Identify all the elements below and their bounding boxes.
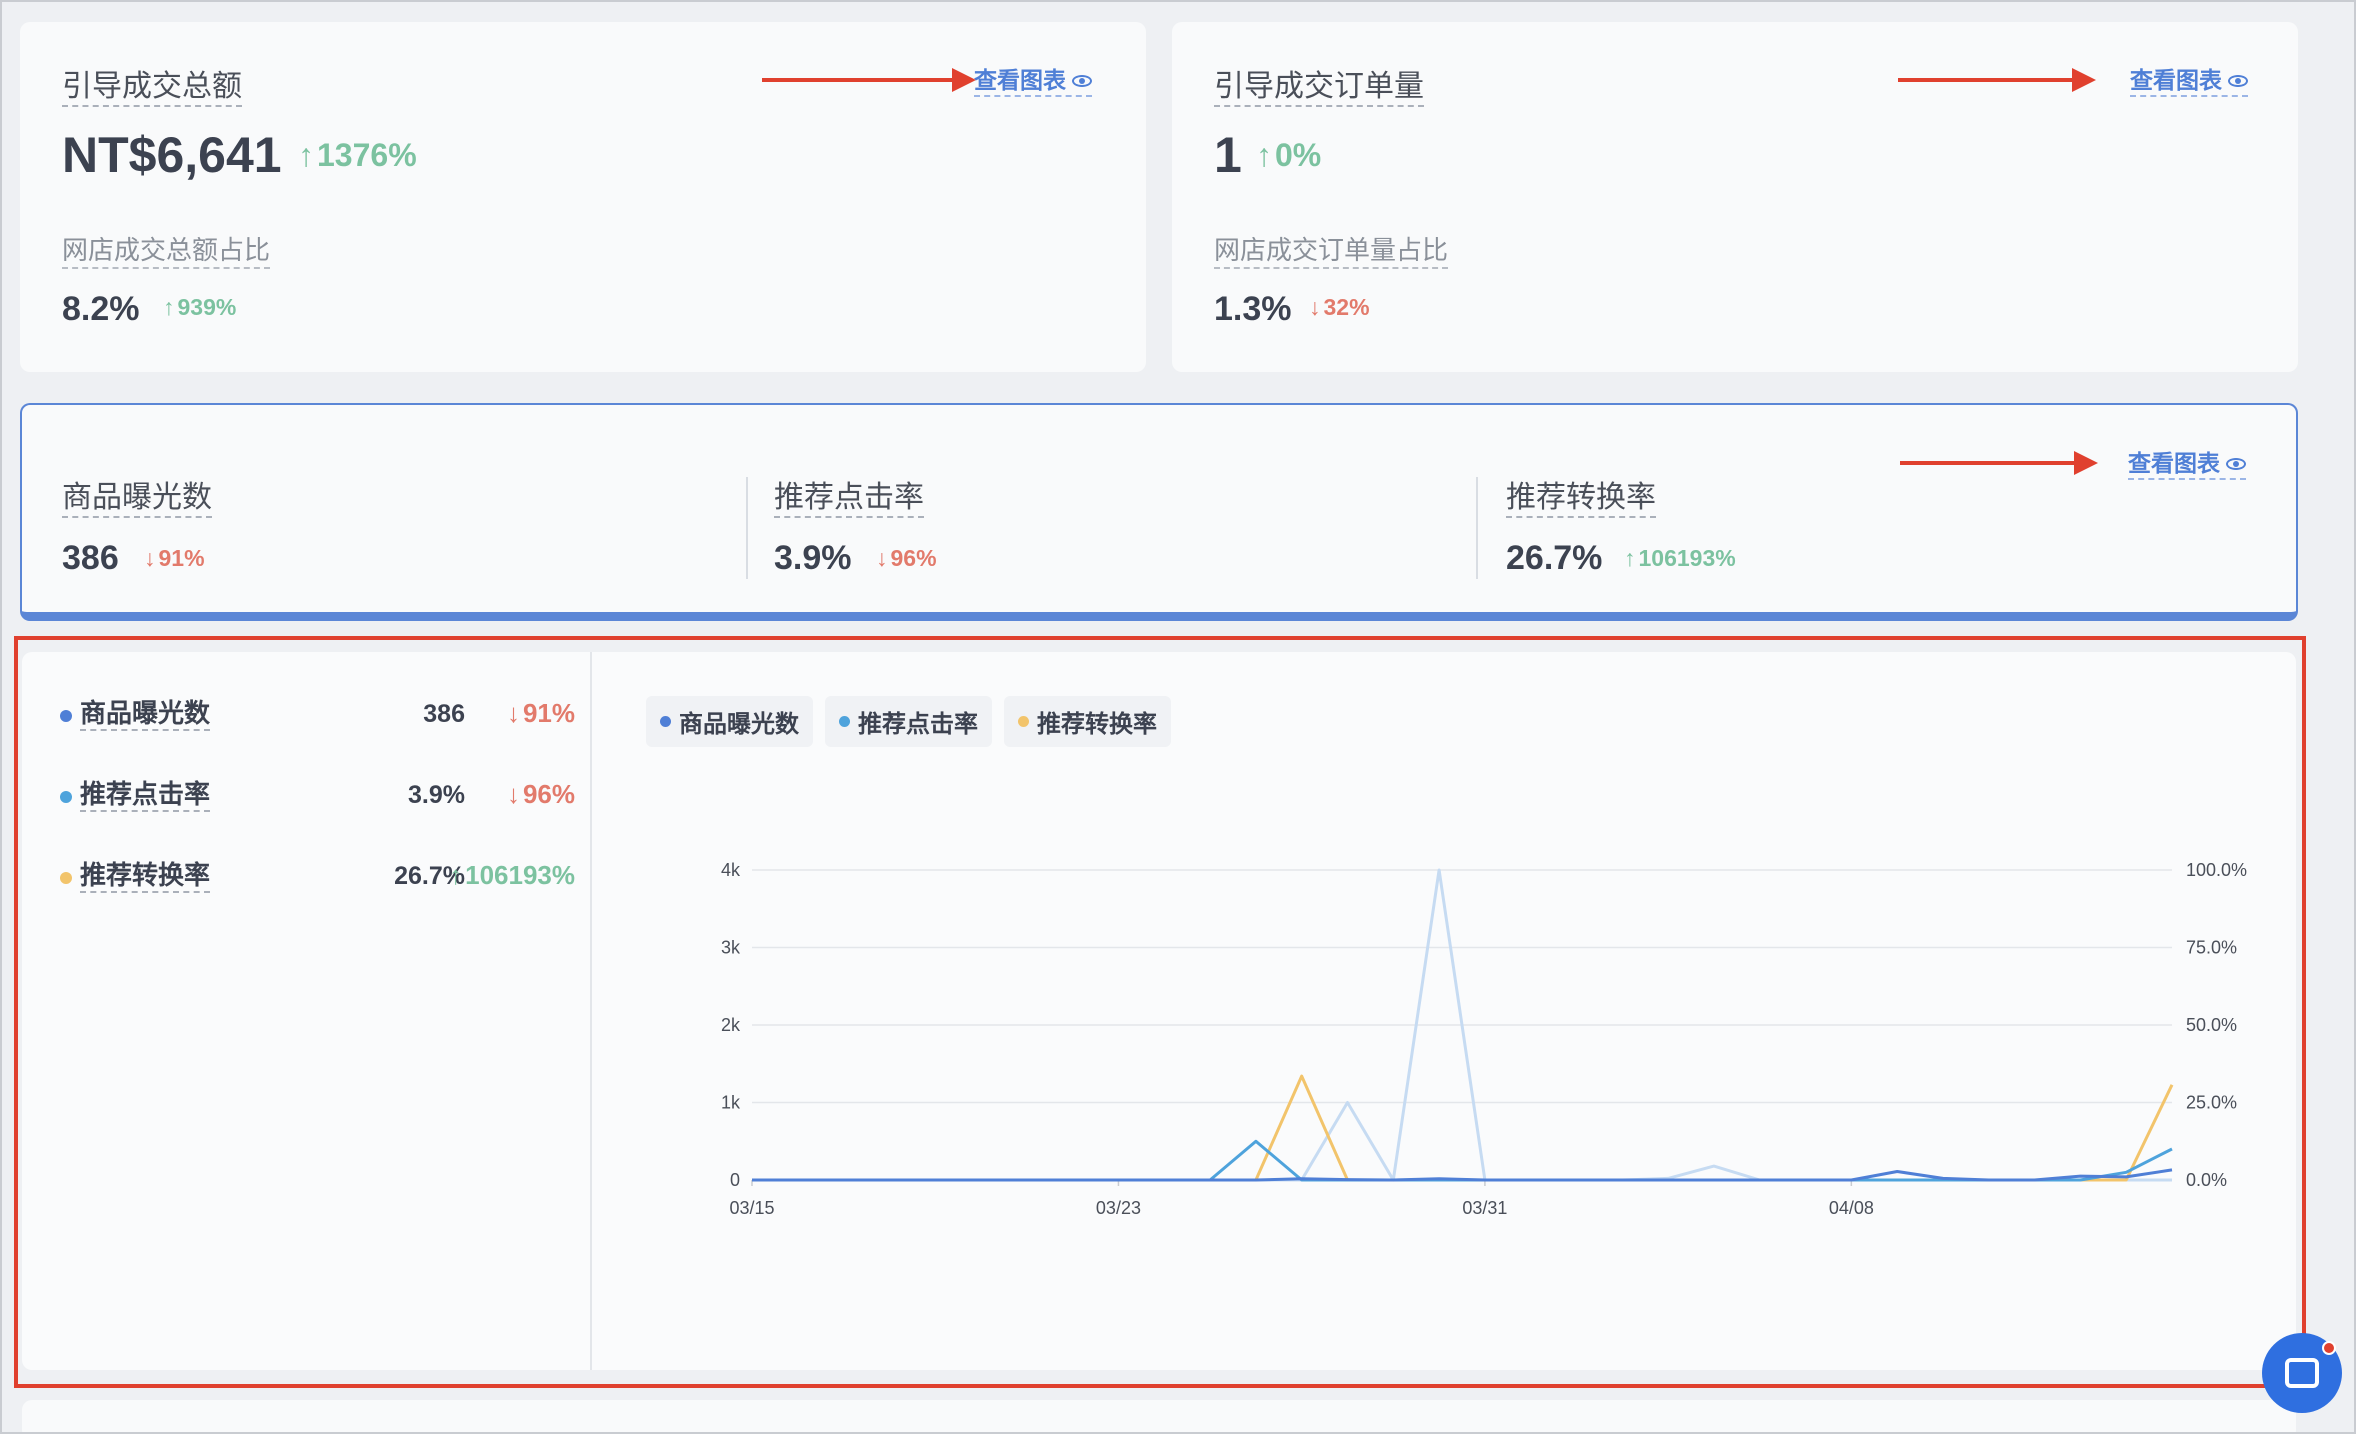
- y-right-tick-label: 100.0%: [2186, 860, 2247, 880]
- gmv-change: ↑1376%: [298, 137, 417, 173]
- y-right-tick-label: 25.0%: [2186, 1093, 2237, 1113]
- series-dot: [60, 710, 72, 722]
- metric-row-ctr[interactable]: 推荐点击率 3.9% ↓ 96%: [60, 777, 575, 817]
- legend-item-ctr[interactable]: 推荐点击率: [825, 696, 992, 747]
- up-arrow-icon: ↑: [449, 860, 463, 890]
- orders-change: ↑0%: [1256, 137, 1322, 173]
- y-left-tick-label: 0: [730, 1170, 740, 1190]
- orders-card: 引导成交订单量 1 ↑0% 网店成交订单量占比 1.3% ↓ 32% 查看图表: [1172, 22, 2298, 372]
- orders-share-value: 1.3%: [1214, 290, 1292, 328]
- view-chart-link-traffic[interactable]: 查看图表: [2128, 450, 2246, 481]
- down-arrow-icon: ↓: [506, 779, 520, 809]
- gmv-share-label: 网店成交总额占比: [62, 236, 271, 269]
- metric-row-change: ↓ 91%: [506, 698, 575, 728]
- y-right-tick-label: 75.0%: [2186, 938, 2237, 958]
- metric-row-cvr[interactable]: 推荐转换率 26.7% ↑ 106193%: [60, 858, 575, 898]
- y-left-tick-label: 2k: [721, 1015, 741, 1035]
- chat-help-icon: [2285, 1358, 2319, 1388]
- series-dot: [1018, 716, 1029, 727]
- down-arrow-icon: ↓: [876, 545, 888, 571]
- view-chart-link-orders[interactable]: 查看图表: [2130, 67, 2248, 98]
- series-line: [752, 1139, 2173, 1182]
- series-line: [752, 1074, 2174, 1182]
- legend-item-cvr[interactable]: 推荐转换率: [1004, 696, 1171, 747]
- orders-value: 1: [1214, 127, 1242, 183]
- eye-icon: [2228, 74, 2248, 87]
- annotation-arrow: [1898, 68, 2096, 92]
- gmv-card: 引导成交总额 NT$6,641 ↑1376% 网店成交总额占比 8.2% ↑ 93…: [20, 22, 1146, 372]
- chart-legend: 商品曝光数 推荐点击率 推荐转换率: [646, 696, 1171, 747]
- series-dot: [60, 791, 72, 803]
- metric-row-value: 3.9%: [408, 781, 465, 809]
- series-line: [752, 1168, 2173, 1182]
- annotation-arrow: [1900, 451, 2098, 475]
- eye-icon: [2226, 457, 2246, 470]
- metric-label-exposure: 商品曝光数: [62, 481, 212, 518]
- metric-value-exposure: 386: [62, 539, 119, 577]
- gmv-value: NT$6,641: [62, 127, 282, 183]
- metric-label-cvr: 推荐转换率: [1506, 481, 1656, 518]
- x-tick-label: 03/23: [1096, 1198, 1141, 1218]
- metric-change-ctr: ↓ 96%: [876, 545, 937, 571]
- metric-row-label: 商品曝光数: [80, 698, 211, 732]
- metric-row-exposure[interactable]: 商品曝光数 386 ↓ 91%: [60, 696, 575, 736]
- chat-help-button[interactable]: [2262, 1333, 2342, 1413]
- series-dot: [60, 872, 72, 884]
- up-arrow-icon: ↑: [298, 137, 314, 173]
- metric-row-change: ↑ 106193%: [449, 860, 575, 890]
- metric-list: 商品曝光数 386 ↓ 91% 推荐点击率 3.9% ↓ 96% 推荐转换率 26.…: [22, 652, 592, 1370]
- chart-panel: 商品曝光数 386 ↓ 91% 推荐点击率 3.9% ↓ 96% 推荐转换率 26.…: [22, 652, 2296, 1370]
- series-dot: [839, 716, 850, 727]
- eye-icon: [1072, 74, 1092, 87]
- metric-value-cvr: 26.7%: [1506, 539, 1603, 577]
- metric-value-ctr: 3.9%: [774, 539, 852, 577]
- y-left-tick-label: 4k: [721, 860, 741, 880]
- up-arrow-icon: ↑: [163, 294, 175, 320]
- y-left-tick-label: 3k: [721, 938, 741, 958]
- traffic-metrics-card[interactable]: 商品曝光数 386 ↓ 91% 推荐点击率 3.9% ↓ 96% 推荐转换率 26.…: [20, 403, 2298, 621]
- metric-change-cvr: ↑ 106193%: [1624, 545, 1736, 571]
- gmv-label: 引导成交总额: [62, 70, 242, 107]
- divider: [1476, 477, 1478, 579]
- annotation-arrow: [762, 68, 976, 92]
- x-tick-label: 03/15: [729, 1198, 774, 1218]
- x-tick-label: 03/31: [1462, 1198, 1507, 1218]
- gmv-share-value: 8.2%: [62, 290, 140, 328]
- next-card: [22, 1400, 2296, 1434]
- up-arrow-icon: ↑: [1256, 137, 1272, 173]
- view-chart-link-gmv[interactable]: 查看图表: [974, 67, 1092, 98]
- up-arrow-icon: ↑: [1624, 545, 1636, 571]
- x-tick-label: 04/08: [1829, 1198, 1874, 1218]
- y-right-tick-label: 0.0%: [2186, 1170, 2227, 1190]
- divider: [746, 477, 748, 579]
- legend-item-exposure[interactable]: 商品曝光数: [646, 696, 813, 747]
- orders-label: 引导成交订单量: [1214, 70, 1424, 107]
- metric-row-label: 推荐转换率: [80, 860, 211, 894]
- gmv-share-change: ↑ 939%: [163, 294, 237, 320]
- metric-row-value: 386: [423, 700, 465, 728]
- line-chart: 0 0.0% 1k 25.0% 2k 50.0% 3k 75.0% 4k 100.0% 03/15 0…: [721, 860, 2247, 1218]
- metric-row-label: 推荐点击率: [80, 779, 211, 813]
- metric-row-change: ↓ 96%: [506, 779, 575, 809]
- orders-share-change: ↓ 32%: [1309, 294, 1370, 320]
- notification-dot: [2322, 1341, 2336, 1355]
- metric-label-ctr: 推荐点击率: [774, 481, 924, 518]
- down-arrow-icon: ↓: [506, 698, 520, 728]
- series-dot: [660, 716, 671, 727]
- y-right-tick-label: 50.0%: [2186, 1015, 2237, 1035]
- down-arrow-icon: ↓: [144, 545, 156, 571]
- down-arrow-icon: ↓: [1309, 294, 1321, 320]
- metric-change-exposure: ↓ 91%: [144, 545, 205, 571]
- y-left-tick-label: 1k: [721, 1093, 741, 1113]
- orders-share-label: 网店成交订单量占比: [1214, 236, 1449, 269]
